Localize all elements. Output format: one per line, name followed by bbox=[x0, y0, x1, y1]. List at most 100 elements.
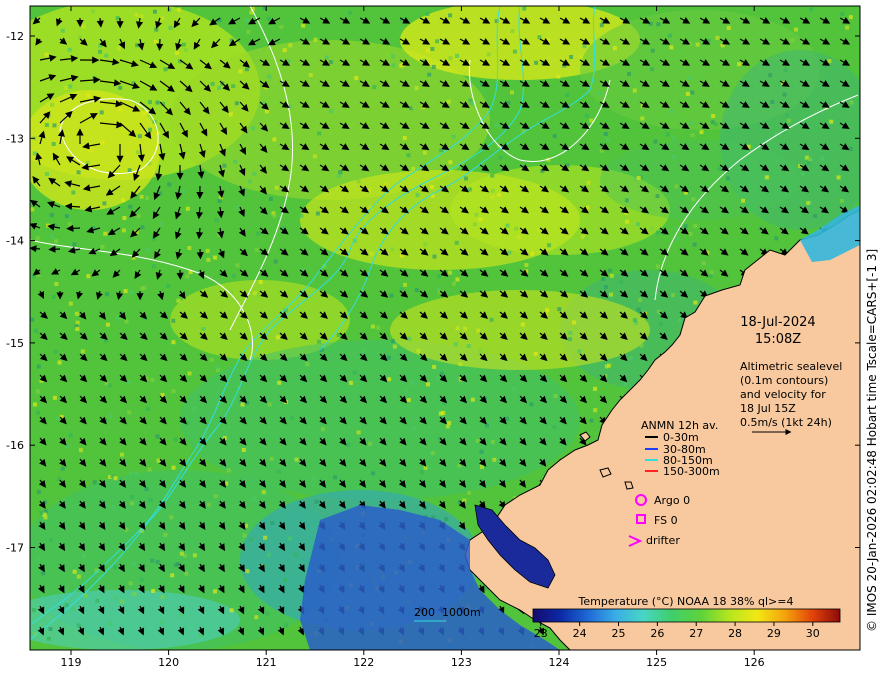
sst-pixel bbox=[507, 250, 512, 255]
sst-pixel bbox=[244, 67, 249, 72]
sst-pixel bbox=[324, 55, 329, 60]
sst-pixel bbox=[171, 465, 176, 470]
sst-pixel bbox=[764, 175, 769, 180]
sst-pixel bbox=[514, 226, 518, 231]
sst-pixel bbox=[431, 98, 436, 103]
sst-pixel bbox=[687, 76, 692, 80]
sst-pixel bbox=[244, 523, 248, 528]
sst-pixel bbox=[242, 533, 247, 538]
colorbar-tick-label: 30 bbox=[806, 627, 820, 640]
sst-pixel bbox=[185, 421, 190, 426]
sst-pixel bbox=[214, 365, 219, 370]
sst-pixel bbox=[720, 43, 725, 48]
sst-pixel bbox=[286, 59, 291, 64]
sst-pixel bbox=[63, 85, 68, 90]
sst-pixel bbox=[158, 191, 163, 196]
sst-pixel bbox=[148, 498, 153, 503]
sst-pixel bbox=[695, 42, 700, 47]
sst-pixel bbox=[148, 100, 152, 105]
sst-pixel bbox=[266, 552, 271, 557]
sst-pixel bbox=[272, 137, 277, 142]
sst-pixel bbox=[98, 49, 102, 54]
sst-pixel bbox=[82, 554, 86, 559]
sst-pixel bbox=[725, 176, 730, 181]
sst-pixel bbox=[86, 93, 91, 98]
sst-pixel bbox=[671, 155, 676, 159]
sst-pixel bbox=[76, 170, 81, 175]
sst-pixel bbox=[192, 406, 197, 411]
sst-pixel bbox=[128, 204, 133, 209]
sst-pixel bbox=[30, 207, 35, 212]
sst-pixel bbox=[234, 205, 239, 210]
sst-pixel bbox=[485, 423, 489, 428]
sst-pixel bbox=[100, 140, 105, 145]
sst-pixel bbox=[669, 45, 674, 50]
sst-pixel bbox=[427, 72, 432, 77]
sst-pixel bbox=[458, 362, 463, 367]
sst-pixel bbox=[268, 196, 273, 201]
sst-pixel bbox=[222, 436, 227, 441]
sst-pixel bbox=[251, 496, 256, 501]
anmn-legend-label-3: 150-300m bbox=[663, 465, 720, 478]
sst-pixel bbox=[266, 16, 271, 21]
sst-pixel bbox=[599, 23, 604, 28]
sst-pixel bbox=[603, 374, 608, 379]
sst-pixel bbox=[467, 187, 472, 192]
sst-pixel bbox=[206, 502, 211, 507]
sst-pixel bbox=[605, 137, 610, 142]
sst-pixel bbox=[693, 300, 698, 305]
sst-pixel bbox=[99, 110, 104, 115]
sst-pixel bbox=[226, 468, 231, 473]
map-time: 15:08Z bbox=[755, 332, 801, 347]
sst-pixel bbox=[64, 603, 69, 608]
sst-pixel bbox=[845, 25, 850, 30]
sst-pixel bbox=[399, 253, 404, 258]
sst-pixel bbox=[43, 500, 47, 505]
sst-pixel bbox=[412, 426, 417, 431]
sst-pixel bbox=[416, 348, 421, 353]
sst-pixel bbox=[217, 85, 221, 90]
sst-pixel bbox=[51, 142, 56, 146]
sst-pixel bbox=[463, 326, 468, 331]
sst-pixel bbox=[524, 269, 529, 274]
sst-pixel bbox=[466, 344, 471, 348]
sst-pixel bbox=[478, 349, 483, 354]
sst-pixel bbox=[688, 42, 692, 47]
sst-pixel bbox=[387, 377, 392, 382]
sst-pixel bbox=[699, 130, 704, 135]
sst-pixel bbox=[123, 289, 128, 294]
sst-pixel bbox=[265, 611, 270, 616]
sst-pixel bbox=[399, 287, 404, 292]
sst-pixel bbox=[105, 322, 110, 327]
sst-pixel bbox=[147, 127, 152, 132]
sst-pixel bbox=[269, 456, 274, 461]
sst-pixel bbox=[497, 192, 501, 197]
sst-pixel bbox=[145, 407, 150, 412]
sst-pixel bbox=[111, 504, 116, 509]
sst-pixel bbox=[81, 24, 86, 29]
sst-pixel bbox=[672, 136, 677, 141]
sst-pixel bbox=[511, 386, 516, 391]
sst-pixel bbox=[425, 12, 430, 16]
sst-pixel bbox=[245, 569, 250, 574]
sst-pixel bbox=[74, 311, 79, 316]
sst-pixel bbox=[49, 234, 54, 239]
sst-pixel bbox=[152, 9, 157, 14]
sst-pixel bbox=[401, 63, 406, 67]
sst-pixel bbox=[809, 7, 813, 12]
sst-pixel bbox=[273, 259, 278, 264]
sst-pixel bbox=[476, 328, 480, 333]
sst-pixel bbox=[406, 398, 411, 402]
sst-pixel bbox=[683, 224, 688, 229]
sst-pixel bbox=[210, 81, 215, 86]
sst-pixel bbox=[333, 475, 337, 480]
sst-pixel bbox=[430, 185, 434, 189]
sst-pixel bbox=[688, 231, 693, 236]
sst-pixel bbox=[708, 274, 713, 278]
sst-pixel bbox=[498, 155, 503, 160]
sst-pixel bbox=[737, 62, 742, 67]
sst-pixel bbox=[544, 311, 549, 316]
sst-pixel bbox=[800, 172, 805, 177]
sst-pixel bbox=[263, 535, 268, 540]
sst-pixel bbox=[406, 153, 411, 158]
